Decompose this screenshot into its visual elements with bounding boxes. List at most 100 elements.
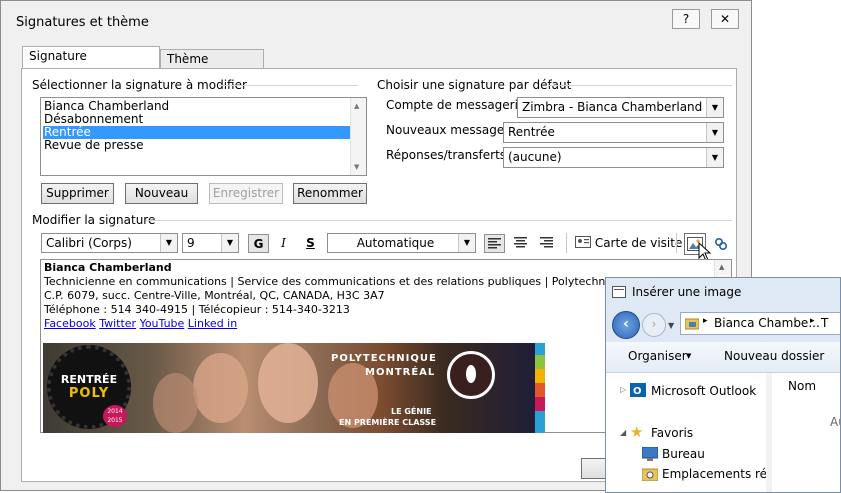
photo-person [193,353,248,423]
school-name: POLYTECHNIQUE [331,353,437,364]
list-scrollbar[interactable]: ▲ ▼ [350,98,366,175]
account-label: Compte de messagerie : [386,98,534,112]
color-stripe [535,369,545,383]
column-header-name[interactable]: Nom [788,379,816,393]
navigation-pane: ▷ O Microsoft Outlook ◢ ★ Favoris Bureau… [606,373,767,492]
new-folder-button[interactable]: Nouveau dossier [724,349,824,363]
photo-person [153,373,198,433]
window-icon [612,286,626,298]
youtube-link[interactable]: YouTube [140,317,185,330]
breadcrumb-separator-icon: ▸ [810,316,815,326]
badge-years: 2014 2015 [103,405,127,427]
tagline: LE GÉNIE [391,407,432,416]
twitter-link[interactable]: Twitter [99,317,136,330]
align-right-icon[interactable] [536,234,557,253]
font-size-select[interactable]: 9 ▼ [182,233,239,253]
select-signature-label: Sélectionner la signature à modifier [32,78,247,92]
expand-arrow-icon[interactable]: ▷ [620,385,626,394]
back-arrow-icon[interactable]: ‹ [612,311,640,339]
rename-button[interactable]: Renommer [293,183,367,204]
chevron-down-icon[interactable]: ▼ [706,98,723,117]
nav-item-favorites[interactable]: Favoris [651,426,693,440]
address-bar[interactable]: ▸ Bianca Chambe... ▸ T [680,312,840,335]
nav-item-outlook[interactable]: Microsoft Outlook [651,384,756,398]
underline-button[interactable]: S [300,234,321,253]
polytechnique-crest-icon [447,351,495,399]
business-card-button[interactable]: Carte de visite [575,234,682,253]
scroll-down-icon[interactable]: ▼ [354,163,359,171]
align-center-icon[interactable] [510,234,531,253]
signature-name: Bianca Chamberland [44,261,172,274]
window-title: Insérer une image [632,285,742,299]
tagline: EN PREMIÈRE CLASSE [339,418,437,427]
close-button[interactable]: ✕ [711,9,739,29]
font-name-value: Calibri (Corps) [46,236,132,250]
breadcrumb-separator-icon: ▸ [703,316,708,326]
font-name-select[interactable]: Calibri (Corps) ▼ [41,233,178,253]
color-stripe [535,397,545,411]
star-icon: ★ [630,423,644,441]
list-item[interactable]: Revue de presse [43,139,144,152]
edit-signature-label: Modifier la signature [32,213,156,227]
nav-item-recent[interactable]: Emplacements ré [662,467,767,481]
hyperlink-icon[interactable] [710,234,731,253]
facebook-link[interactable]: Facebook [44,317,96,330]
new-button[interactable]: Nouveau [125,183,198,204]
chevron-down-icon[interactable]: ▼ [160,234,177,252]
new-messages-value: Rentrée [508,125,555,139]
pane-splitter[interactable] [766,373,772,492]
chevron-down-icon[interactable]: ▼ [686,352,691,360]
chevron-down-icon[interactable]: ▼ [221,234,238,252]
nav-item-desktop[interactable]: Bureau [662,447,705,461]
forward-arrow-icon[interactable]: › [642,313,666,337]
default-signature-label: Choisir une signature par défaut [377,78,572,92]
chevron-down-icon[interactable]: ▼ [458,234,475,252]
toolbar-divider [566,233,567,253]
section-divider [146,220,732,221]
font-color-value: Automatique [356,236,435,250]
color-stripe [535,411,545,433]
breadcrumb-item[interactable]: Bianca Chambe... [714,316,820,330]
linkedin-link[interactable]: Linked in [188,317,237,330]
italic-button[interactable]: I [273,234,294,253]
help-button[interactable]: ? [672,9,700,29]
empty-folder-hint: Au [830,415,840,429]
business-card-label: Carte de visite [594,236,683,250]
collapse-arrow-icon[interactable]: ◢ [620,428,626,437]
section-divider [548,85,732,86]
chevron-down-icon[interactable]: ▼ [706,148,723,167]
replies-select[interactable]: (aucune) ▼ [503,147,724,168]
history-dropdown-icon[interactable]: ▼ [668,321,674,330]
rentree-gear-badge: RENTRÉE POLY 2014 2015 [47,345,131,429]
signature-line: C.P. 6079, succ. Centre-Ville, Montréal,… [44,289,385,302]
scroll-up-icon[interactable]: ▲ [719,263,724,271]
section-divider [218,85,358,86]
crest-bee [466,365,476,383]
badge-year: 2014 [107,408,123,415]
folder-icon [685,318,699,330]
signature-list[interactable]: Bianca Chamberland Désabonnement Rentrée… [40,97,367,176]
scroll-up-icon[interactable]: ▲ [354,102,359,110]
tab-signature[interactable]: Signature électronique [22,46,160,82]
save-button[interactable]: Enregistrer [209,183,283,204]
replies-value: (aucune) [508,150,562,164]
new-messages-select[interactable]: Rentrée ▼ [503,122,724,143]
window-titlebar: Insérer une image [606,278,840,306]
bold-button[interactable]: G [248,234,269,253]
desktop-icon [642,447,658,461]
delete-button[interactable]: Supprimer [41,183,114,204]
account-select[interactable]: Zimbra - Bianca Chamberland ▼ [517,97,724,118]
color-stripe [535,355,545,369]
color-stripe [535,343,545,355]
chevron-down-icon[interactable]: ▼ [706,123,723,142]
signature-line: Téléphone : 514 340-4915 | Télécopieur :… [44,303,350,316]
tab-theme[interactable]: Thème personnel [160,49,264,85]
breadcrumb-item[interactable]: T [821,316,828,330]
account-value: Zimbra - Bianca Chamberland [522,100,703,114]
insert-image-window: Insérer une image ‹ › ▼ ▸ Bianca Chambe.… [605,277,841,493]
toolbar-divider [676,233,677,253]
organize-menu[interactable]: Organiser [628,349,687,363]
badge-text: POLY [68,386,110,401]
align-left-icon[interactable] [484,234,505,253]
font-color-select[interactable]: Automatique ▼ [327,233,476,253]
